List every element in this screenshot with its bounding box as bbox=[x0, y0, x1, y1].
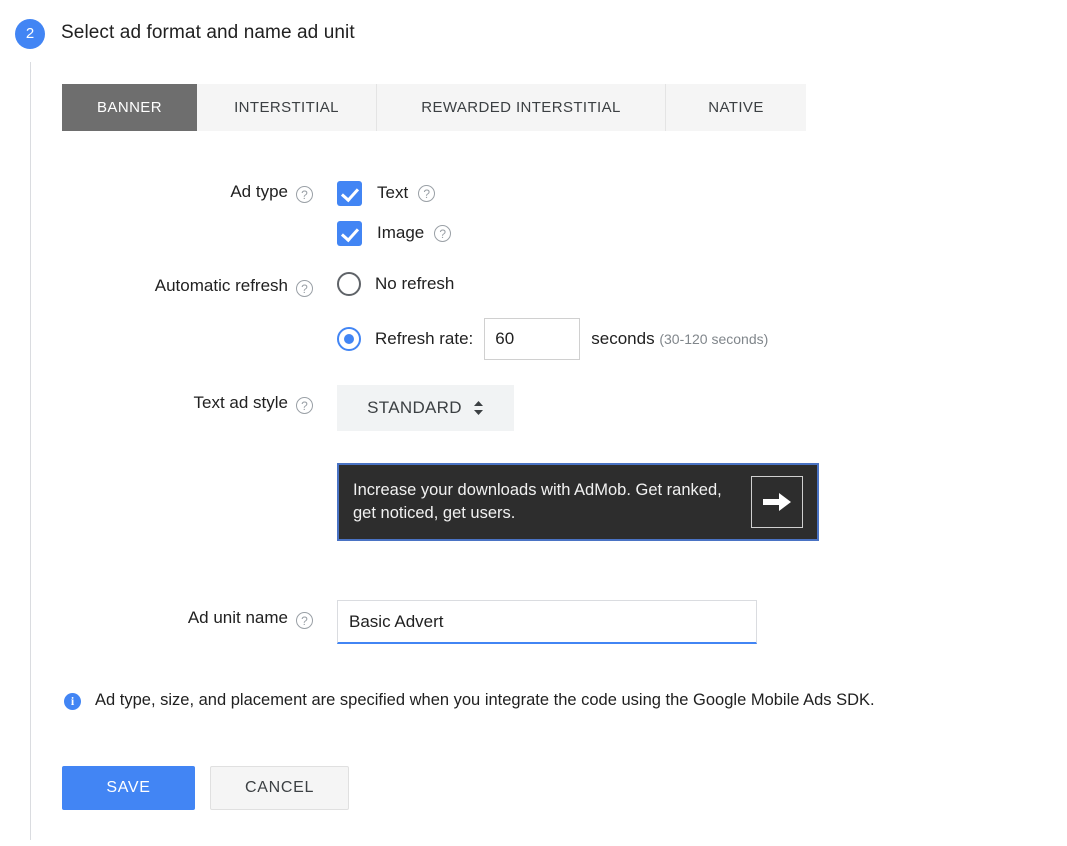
help-icon-automatic-refresh[interactable]: ? bbox=[296, 280, 313, 297]
radio-refresh-rate[interactable] bbox=[337, 327, 361, 351]
text-ad-style-label: Text ad style bbox=[193, 393, 289, 412]
checkbox-row-image: Image ? bbox=[337, 218, 452, 248]
help-icon-ad-type[interactable]: ? bbox=[296, 186, 313, 203]
step-header: 2 Select ad format and name ad unit bbox=[0, 0, 1067, 70]
field-row-text-ad-style: Text ad style? STANDARD bbox=[0, 380, 1067, 456]
checkbox-image[interactable] bbox=[337, 220, 362, 246]
cancel-button[interactable]: CANCEL bbox=[210, 766, 349, 810]
ad-preview-cell: Increase your downloads with AdMob. Get … bbox=[337, 463, 819, 541]
sort-arrows-icon bbox=[473, 401, 483, 415]
text-ad-style-controls: STANDARD bbox=[337, 385, 514, 431]
field-row-ad-type: Ad type? Text ? Image ? bbox=[0, 160, 1067, 250]
ad-type-label-cell: Ad type? bbox=[0, 182, 313, 203]
arrow-right-icon bbox=[763, 493, 791, 511]
info-note: i Ad type, size, and placement are speci… bbox=[64, 691, 875, 710]
field-row-ad-preview: Increase your downloads with AdMob. Get … bbox=[0, 456, 1067, 556]
ad-unit-name-input-wrap[interactable] bbox=[337, 600, 757, 644]
chevron-updown-icon bbox=[473, 400, 484, 416]
ad-type-controls: Text ? Image ? bbox=[337, 178, 452, 248]
automatic-refresh-controls: No refresh Refresh rate: seconds (30-120… bbox=[337, 272, 768, 360]
radio-row-no-refresh: No refresh bbox=[337, 272, 768, 296]
help-icon-ad-unit-name[interactable]: ? bbox=[296, 612, 313, 629]
ad-format-tabs: BANNER INTERSTITIAL REWARDED INTERSTITIA… bbox=[62, 84, 806, 131]
checkbox-label-text: Text bbox=[377, 183, 409, 202]
radio-row-refresh-rate: Refresh rate: seconds (30-120 seconds) bbox=[337, 318, 768, 360]
refresh-rate-units: seconds (30-120 seconds) bbox=[591, 329, 768, 349]
save-button[interactable]: SAVE bbox=[62, 766, 195, 810]
automatic-refresh-label-cell: Automatic refresh? bbox=[0, 276, 313, 297]
page-title: Select ad format and name ad unit bbox=[61, 22, 355, 43]
field-row-ad-unit-name: Ad unit name? bbox=[0, 556, 1067, 644]
radio-no-refresh[interactable] bbox=[337, 272, 361, 296]
help-icon-image[interactable]: ? bbox=[434, 224, 452, 242]
checkbox-row-text: Text ? bbox=[337, 178, 451, 208]
ad-unit-name-controls bbox=[337, 600, 757, 644]
select-text-ad-style-value: STANDARD bbox=[367, 398, 462, 417]
refresh-rate-units-hint: (30-120 seconds) bbox=[659, 331, 769, 347]
info-icon: i bbox=[64, 693, 81, 710]
tab-banner[interactable]: BANNER bbox=[62, 84, 197, 131]
automatic-refresh-label: Automatic refresh bbox=[154, 276, 288, 295]
refresh-rate-input[interactable] bbox=[484, 318, 581, 360]
tab-interstitial[interactable]: INTERSTITIAL bbox=[197, 84, 377, 131]
field-row-automatic-refresh: Automatic refresh? No refresh Refresh ra… bbox=[0, 250, 1067, 380]
ad-unit-name-label: Ad unit name bbox=[187, 608, 288, 627]
step-number-badge: 2 bbox=[15, 19, 45, 49]
ad-preview-arrow-button[interactable] bbox=[751, 476, 803, 528]
help-icon-text-ad-style[interactable]: ? bbox=[296, 397, 313, 414]
select-text-ad-style[interactable]: STANDARD bbox=[337, 385, 514, 431]
ad-preview-text: Increase your downloads with AdMob. Get … bbox=[353, 481, 722, 522]
ad-preview-banner: Increase your downloads with AdMob. Get … bbox=[337, 463, 819, 541]
help-icon-text[interactable]: ? bbox=[418, 184, 436, 202]
form-actions: SAVE CANCEL bbox=[62, 766, 349, 810]
radio-label-refresh-rate: Refresh rate: bbox=[375, 329, 474, 348]
checkbox-text[interactable] bbox=[337, 180, 362, 206]
radio-label-no-refresh: No refresh bbox=[375, 274, 455, 293]
ad-unit-name-label-cell: Ad unit name? bbox=[0, 608, 313, 629]
ad-unit-form: Ad type? Text ? Image ? Automatic refres… bbox=[0, 160, 1067, 644]
ad-unit-name-input[interactable] bbox=[349, 611, 745, 632]
ad-type-label: Ad type bbox=[230, 182, 288, 201]
refresh-rate-units-label: seconds bbox=[591, 329, 655, 348]
info-note-text: Ad type, size, and placement are specifi… bbox=[95, 691, 875, 709]
tab-native[interactable]: NATIVE bbox=[666, 84, 806, 131]
tab-rewarded-interstitial[interactable]: REWARDED INTERSTITIAL bbox=[377, 84, 666, 131]
checkbox-label-image: Image bbox=[377, 223, 425, 242]
text-ad-style-label-cell: Text ad style? bbox=[0, 393, 313, 414]
